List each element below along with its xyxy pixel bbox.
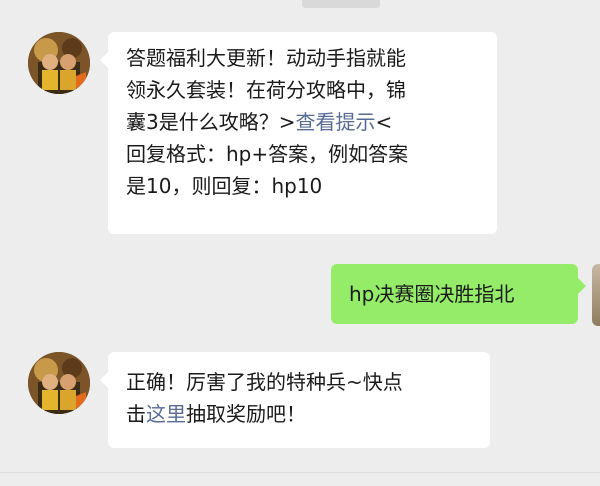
self-avatar[interactable] <box>592 264 600 326</box>
message-bubble-2[interactable]: hp决赛圈决胜指北 <box>331 264 586 324</box>
message-bubble-3[interactable]: 正确！厉害了我的特种兵~快点 击这里抽取奖励吧！ <box>100 352 490 448</box>
message-line: 正确！厉害了我的特种兵~快点 <box>126 370 403 394</box>
message-line: 是10，则回复：hp10 <box>126 174 323 198</box>
message-line: 囊3是什么攻略？>查看提示< <box>126 110 393 134</box>
game-avatar-icon[interactable] <box>28 32 90 94</box>
divider <box>0 472 600 473</box>
message-line: 回复格式：hp+答案，例如答案 <box>126 142 409 166</box>
message-bubble-1[interactable]: 答题福利大更新！动动手指就能 领永久套装！在荷分攻略中，锦 囊3是什么攻略？>查… <box>100 32 497 234</box>
message-line: 答题福利大更新！动动手指就能 <box>126 46 406 70</box>
message-line: 击这里抽取奖励吧！ <box>126 402 306 426</box>
view-hint-link[interactable]: 查看提示 <box>295 110 375 134</box>
click-here-link[interactable]: 这里 <box>146 402 186 426</box>
message-line: 领永久套装！在荷分攻略中，锦 <box>126 78 406 102</box>
game-avatar-icon[interactable] <box>28 352 90 414</box>
top-tab <box>302 0 380 8</box>
message-text: hp决赛圈决胜指北 <box>349 282 515 306</box>
